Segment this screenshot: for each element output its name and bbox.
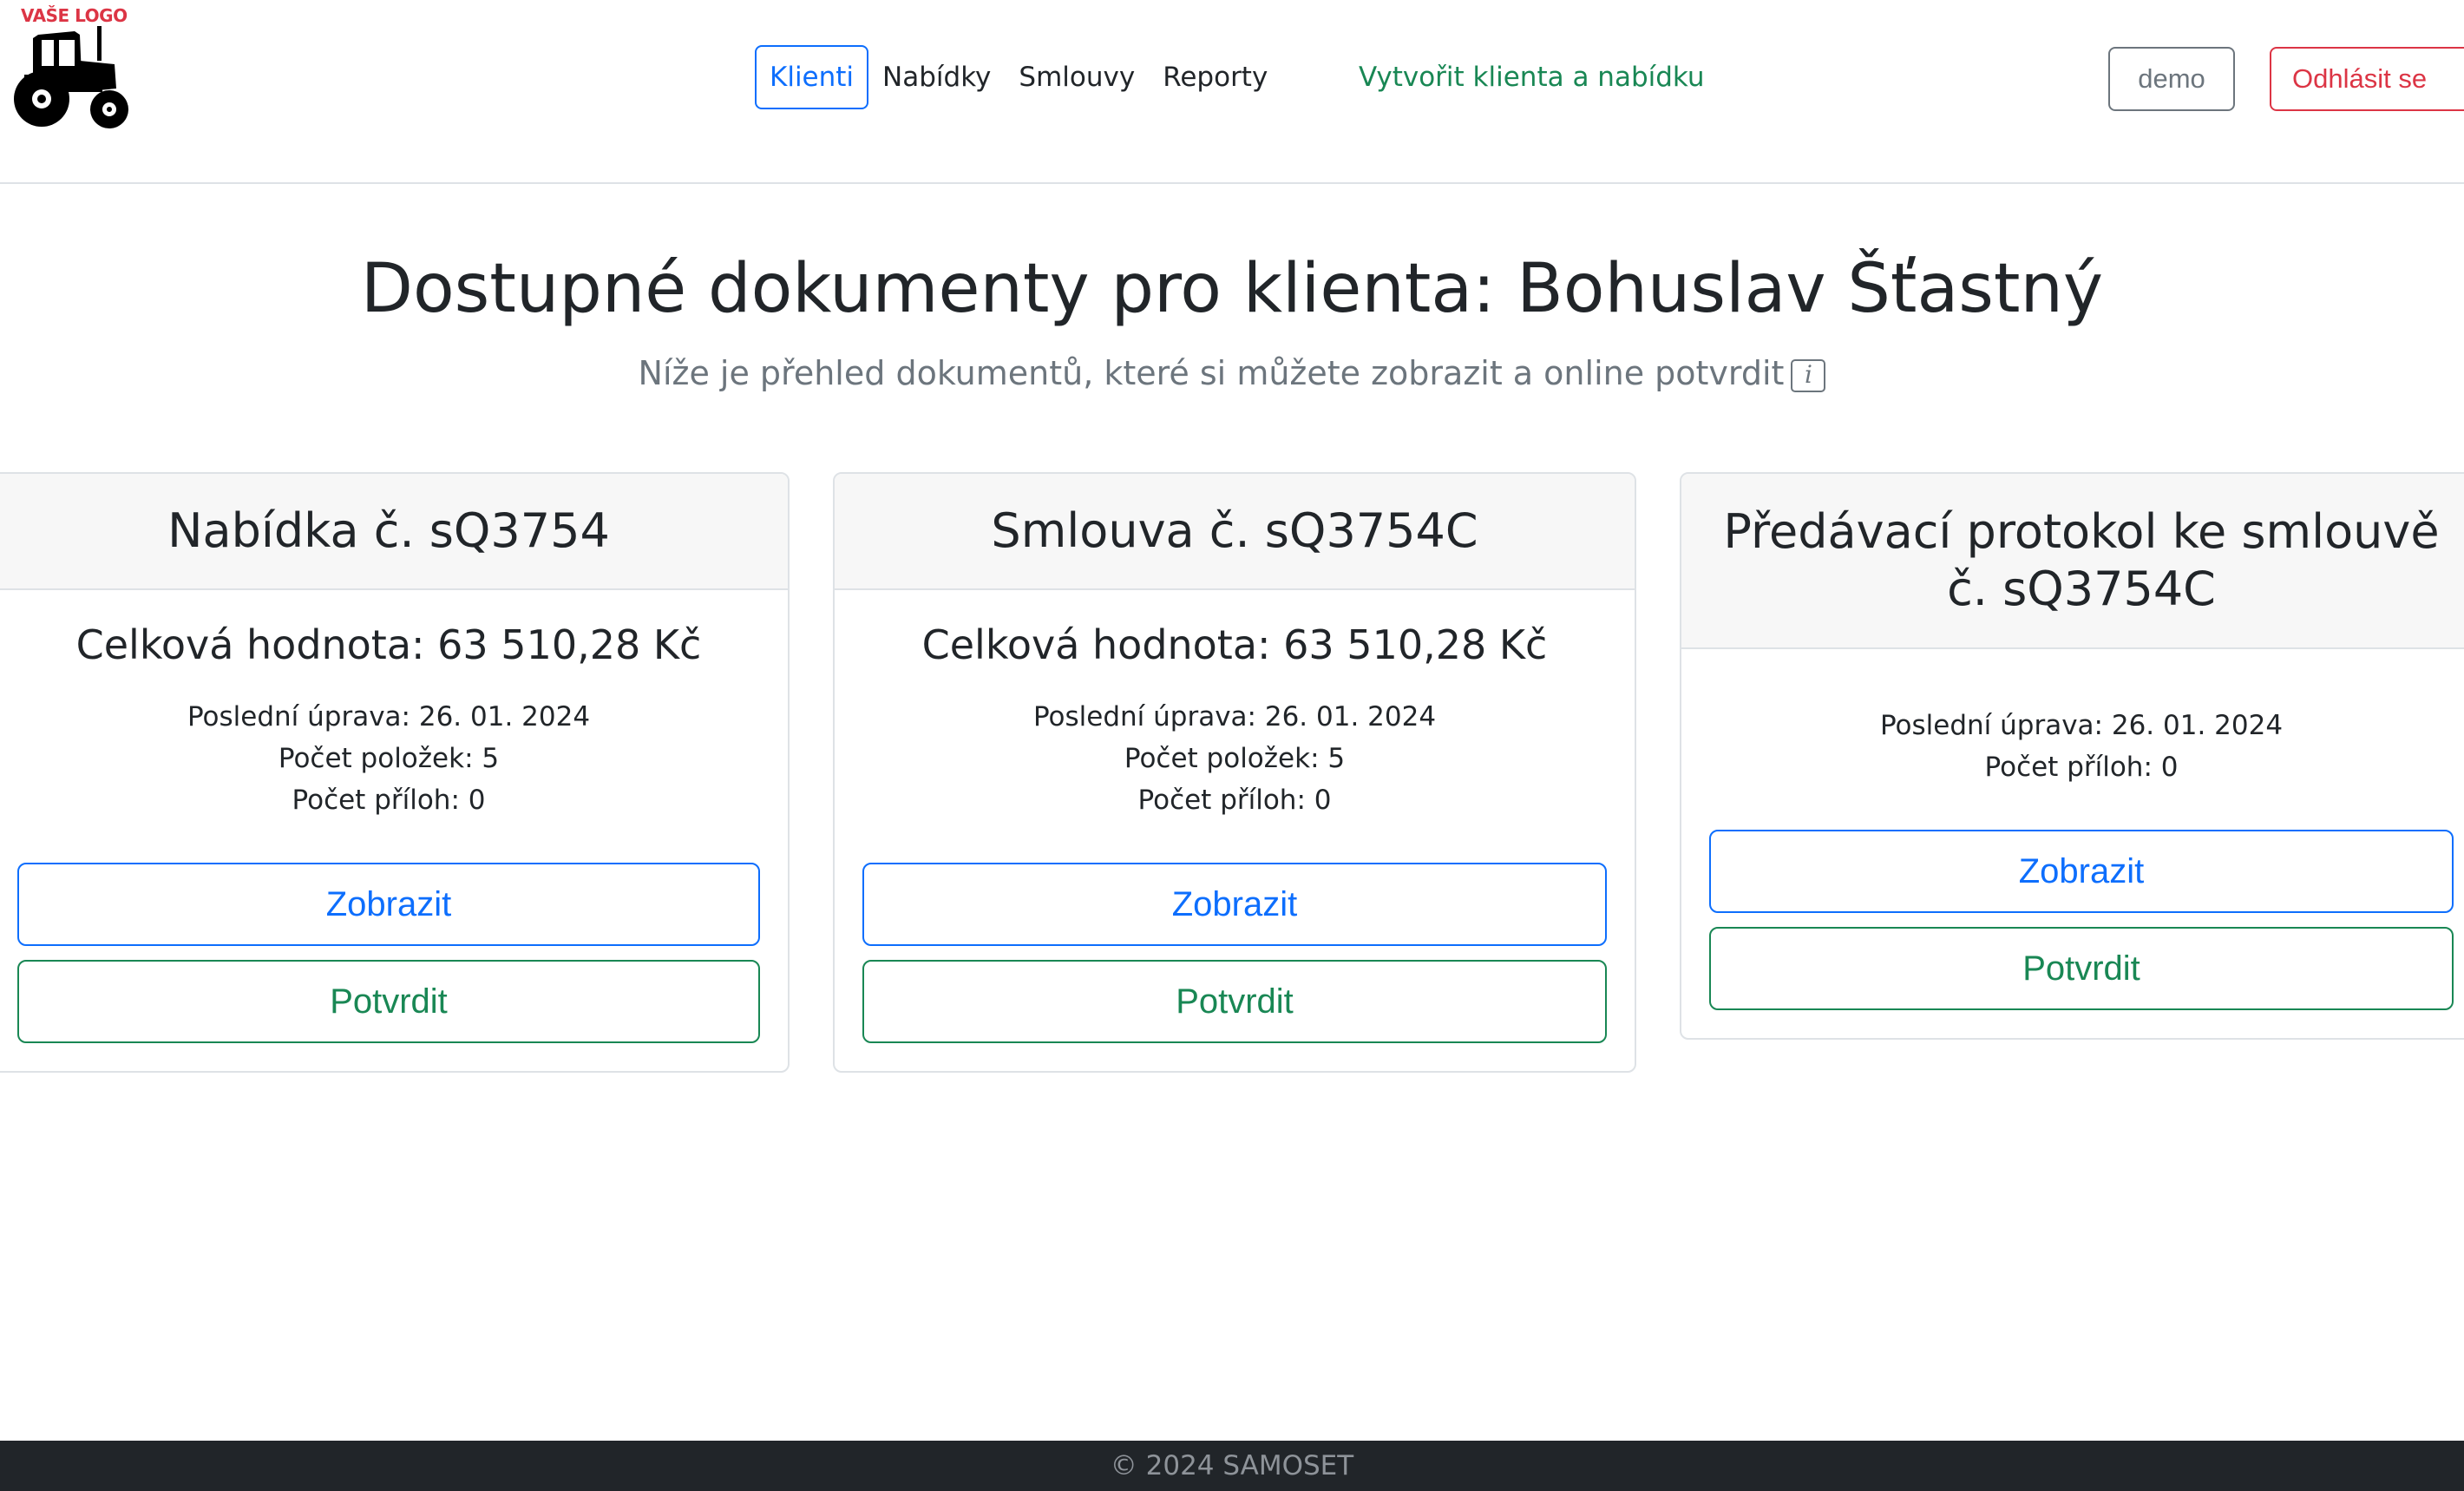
nav-item-nabidky[interactable]: Nabídky — [868, 45, 1005, 109]
card-items-count: Počet položek: 5 — [1124, 743, 1346, 774]
card-attachments-count: Počet příloh: 0 — [292, 785, 486, 816]
card-items-count: Počet položek: 5 — [278, 743, 500, 774]
card-attachments-count: Počet příloh: 0 — [1984, 752, 2179, 783]
page-subtitle: Níže je přehled dokumentů, které si může… — [0, 354, 2464, 392]
card-title: Předávací protokol ke smlouvě č. sQ3754C — [1681, 474, 2464, 649]
document-card-contract: Smlouva č. sQ3754C Celková hodnota: 63 5… — [833, 472, 1636, 1073]
page-subtitle-text: Níže je přehled dokumentů, které si může… — [638, 354, 1785, 392]
confirm-button[interactable]: Potvrdit — [1709, 927, 2454, 1010]
create-client-offer-link[interactable]: Vytvořit klienta a nabídku — [1359, 45, 1705, 109]
card-total-value: Celková hodnota: 63 510,28 Kč — [75, 621, 702, 668]
card-meta: Poslední úprava: 26. 01. 2024 Počet příl… — [1681, 705, 2464, 788]
top-navbar: VAŠE LOGO Klienti Nabídky Smlouvy Report… — [0, 0, 2464, 184]
view-button[interactable]: Zobrazit — [862, 863, 1607, 946]
document-card-handover-protocol: Předávací protokol ke smlouvě č. sQ3754C… — [1680, 472, 2464, 1040]
nav-item-smlouvy[interactable]: Smlouvy — [1005, 45, 1149, 109]
card-meta: Poslední úprava: 26. 01. 2024 Počet polo… — [0, 696, 788, 821]
card-last-modified: Poslední úprava: 26. 01. 2024 — [1879, 710, 2284, 741]
logout-button[interactable]: Odhlásit se — [2270, 47, 2464, 111]
card-last-modified: Poslední úprava: 26. 01. 2024 — [1032, 701, 1437, 732]
card-meta: Poslední úprava: 26. 01. 2024 Počet polo… — [835, 696, 1635, 821]
card-title: Nabídka č. sQ3754 — [0, 474, 788, 590]
card-title: Smlouva č. sQ3754C — [835, 474, 1635, 590]
confirm-button[interactable]: Potvrdit — [17, 960, 760, 1043]
brand-logo[interactable]: VAŠE LOGO — [7, 3, 128, 128]
view-button[interactable]: Zobrazit — [17, 863, 760, 946]
info-icon[interactable]: i — [1791, 359, 1826, 392]
footer-copyright: © 2024 SAMOSET — [1110, 1450, 1354, 1481]
logo-text: VAŠE LOGO — [21, 5, 128, 26]
footer: © 2024 SAMOSET — [0, 1441, 2464, 1491]
page-title: Dostupné dokumenty pro klienta: Bohuslav… — [360, 250, 2104, 328]
nav-item-reporty[interactable]: Reporty — [1149, 45, 1281, 109]
nav-item-klienti[interactable]: Klienti — [755, 45, 869, 109]
card-total-value: Celková hodnota: 63 510,28 Kč — [921, 621, 1548, 668]
main-nav: Klienti Nabídky Smlouvy Reporty — [755, 45, 1281, 109]
view-button[interactable]: Zobrazit — [1709, 830, 2454, 913]
card-last-modified: Poslední úprava: 26. 01. 2024 — [187, 701, 591, 732]
confirm-button[interactable]: Potvrdit — [862, 960, 1607, 1043]
user-button[interactable]: demo — [2108, 47, 2235, 111]
document-card-offer: Nabídka č. sQ3754 Celková hodnota: 63 51… — [0, 472, 790, 1073]
card-attachments-count: Počet příloh: 0 — [1137, 785, 1332, 816]
tractor-icon — [14, 26, 128, 128]
